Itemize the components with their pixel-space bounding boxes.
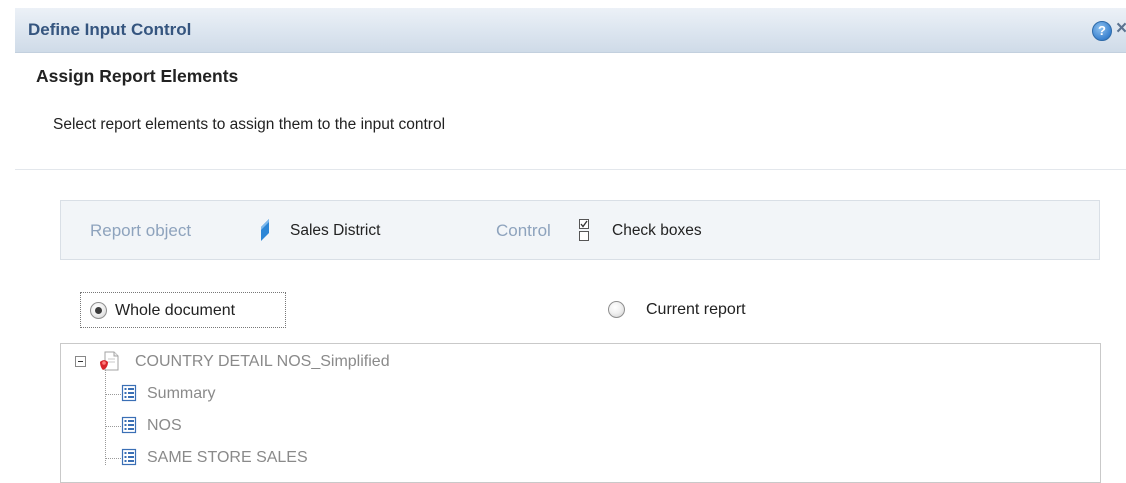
tree-node-report[interactable]: SAME STORE SALES xyxy=(61,442,1100,474)
tree-node-document[interactable]: COUNTRY DETAIL NOS_Simplified xyxy=(61,344,1100,378)
report-icon xyxy=(121,416,137,434)
tree-node-report[interactable]: Summary xyxy=(61,378,1100,410)
collapse-icon[interactable] xyxy=(75,356,86,367)
current-report-radio[interactable]: Current report xyxy=(604,292,864,328)
whole-document-label[interactable]: Whole document xyxy=(115,302,235,320)
help-icon[interactable]: ? xyxy=(1092,21,1112,41)
dialog-title: Define Input Control xyxy=(28,20,192,39)
report-icon xyxy=(121,448,137,466)
checkboxes-icon xyxy=(579,219,589,241)
radio-button-selected[interactable] xyxy=(90,302,107,319)
dimension-icon xyxy=(261,219,269,241)
whole-document-radio[interactable]: Whole document xyxy=(80,292,286,328)
report-object-info-bar: Report object Sales District Control Che… xyxy=(60,200,1100,260)
radio-button-unselected[interactable] xyxy=(608,301,625,318)
dialog-titlebar: Define Input Control ? × xyxy=(15,8,1126,53)
report-object-label: Report object xyxy=(90,221,192,240)
report-elements-tree: COUNTRY DETAIL NOS_Simplified Summary NO… xyxy=(60,343,1101,483)
current-report-label[interactable]: Current report xyxy=(646,301,746,319)
control-label: Control xyxy=(496,221,551,240)
tree-item-label[interactable]: SAME STORE SALES xyxy=(147,449,308,467)
section-title: Assign Report Elements xyxy=(36,66,239,86)
document-icon xyxy=(100,351,119,371)
report-object-value: Sales District xyxy=(290,222,381,239)
tree-root-label[interactable]: COUNTRY DETAIL NOS_Simplified xyxy=(135,353,390,371)
close-icon[interactable]: × xyxy=(1116,18,1126,40)
section-description: Select report elements to assign them to… xyxy=(53,116,446,133)
control-value: Check boxes xyxy=(612,222,702,239)
tree-node-report[interactable]: NOS xyxy=(61,410,1100,442)
tree-item-label[interactable]: Summary xyxy=(147,385,215,403)
tree-item-label[interactable]: NOS xyxy=(147,417,182,435)
report-icon xyxy=(121,384,137,402)
